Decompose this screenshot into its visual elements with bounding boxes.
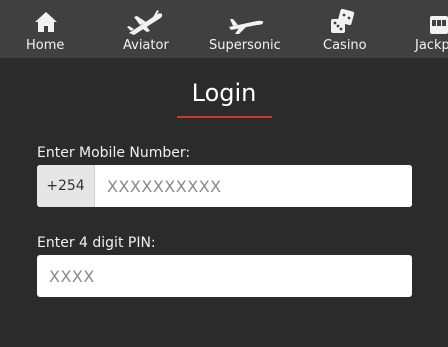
- pin-input[interactable]: [37, 255, 412, 297]
- mobile-number-input[interactable]: [95, 165, 412, 207]
- login-title: Login: [191, 79, 257, 107]
- jet-icon: [226, 10, 266, 38]
- country-code-prefix: +254: [37, 165, 95, 207]
- home-icon: [34, 8, 58, 36]
- mobile-number-label: Enter Mobile Number:: [37, 145, 191, 161]
- nav-item-aviator[interactable]: Aviator: [116, 0, 176, 58]
- nav-label-aviator: Aviator: [123, 38, 169, 53]
- slot-machine-icon: [428, 10, 448, 38]
- nav-label-supersonic: Supersonic: [209, 38, 281, 53]
- nav-item-home[interactable]: Home: [18, 0, 74, 58]
- airplane-icon: [125, 9, 165, 37]
- nav-label-jackpot: Jackp: [415, 38, 448, 53]
- pin-group: [37, 255, 412, 297]
- nav-item-jackpot[interactable]: Jackp: [412, 0, 448, 58]
- nav-label-casino: Casino: [323, 38, 367, 53]
- top-navigation: Home Aviator Supersonic Casino Jackp: [0, 0, 448, 58]
- dice-icon: [329, 8, 357, 36]
- title-underline: [177, 116, 272, 118]
- nav-item-casino[interactable]: Casino: [320, 0, 376, 58]
- nav-item-supersonic[interactable]: Supersonic: [208, 0, 284, 58]
- mobile-number-group: +254: [37, 165, 412, 207]
- nav-label-home: Home: [26, 38, 65, 53]
- pin-label: Enter 4 digit PIN:: [37, 235, 156, 251]
